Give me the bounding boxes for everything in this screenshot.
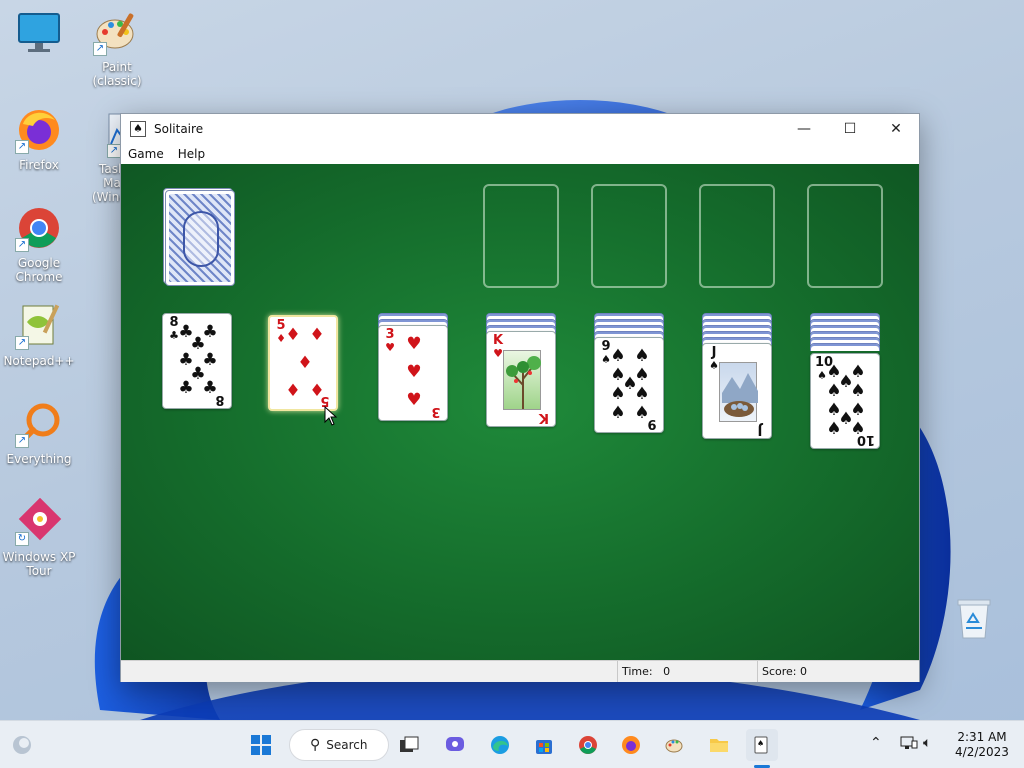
card-k-hearts[interactable]: K ♥ K [486,331,556,427]
store-icon[interactable] [528,729,560,761]
start-icon[interactable] [245,729,277,761]
solitaire-app-icon: ♠ [130,121,146,137]
desktop-icon-xp-tour[interactable]: ↻ Windows XP Tour [0,497,78,578]
notepadpp-icon: ↗ [15,302,63,350]
card-8-clubs[interactable]: 8 ♣ ♣ ♣ ♣ ♣ ♣ ♣ ♣ ♣ 8 [162,313,232,409]
search-icon: ⚲ [310,737,321,753]
recycle-bin-icon[interactable] [954,594,994,640]
task-view-icon[interactable] [393,729,425,761]
menu-game[interactable]: Game [121,147,171,161]
shortcut-arrow-icon: ↗ [15,434,29,448]
time-display: Time: 0 [617,661,757,682]
desktop-icon-notepadpp[interactable]: ↗ Notepad++ [0,302,78,368]
foundation-slot-4[interactable] [807,184,883,288]
solitaire-taskbar-icon[interactable]: ♠ [746,729,778,761]
chrome-taskbar-icon[interactable] [572,729,604,761]
volume-icon[interactable]: 🔈︎ [923,735,931,751]
shortcut-arrow-icon: ↗ [15,140,29,154]
card-9-spades[interactable]: 9 ♠ ♠ ♠ ♠ ♠ ♠ ♠ ♠ ♠ ♠ 9 [594,337,664,433]
foundation-slot-2[interactable] [591,184,667,288]
edge-icon[interactable] [484,729,516,761]
desktop-icon-chrome[interactable]: ↗ Google Chrome [0,204,78,284]
network-icon[interactable] [900,735,918,755]
chrome-icon: ↗ [15,204,63,252]
desktop-icon-paint[interactable]: ↗ Paint (classic) [78,8,156,88]
title-bar[interactable]: ♠ Solitaire — ☐ ✕ [121,114,919,144]
status-bar: Time: 0 Score: 0 [121,660,919,682]
firefox-taskbar-icon[interactable] [615,729,647,761]
foundation-slot-1[interactable] [483,184,559,288]
explorer-icon[interactable] [703,729,735,761]
taskbar: ⚲ Search ♠ ⌃ 🔈︎ 2:31 AM 4/2/2023 [0,720,1024,768]
firefox-icon: ↗ [15,106,63,154]
score-display: Score: 0 [757,661,919,682]
desktop-icon-firefox[interactable]: ↗ Firefox [0,106,78,172]
menu-help[interactable]: Help [171,147,212,161]
everything-icon: ↗ [15,400,63,448]
desktop-icon-everything[interactable]: ↗ Everything [0,400,78,466]
maximize-button[interactable]: ☐ [827,114,873,144]
solitaire-window: ♠ Solitaire — ☐ ✕ Game Help 8 ♣ ♣ ♣ ♣ ♣ ♣ [120,113,920,682]
card-5-diamonds[interactable]: 5 ♦ ♦ ♦ ♦ ♦ ♦ 5 [268,315,338,411]
window-title: Solitaire [154,122,204,136]
taskbar-search[interactable]: ⚲ Search [289,729,389,761]
chat-icon[interactable] [439,729,471,761]
desktop-icon-this-pc[interactable] [0,10,78,62]
widgets-icon[interactable] [6,729,38,761]
xp-tour-icon: ↻ [15,497,63,546]
close-button[interactable]: ✕ [873,114,919,144]
card-3-hearts[interactable]: 3 ♥ ♥ ♥ ♥ 3 [378,325,448,421]
shortcut-arrow-icon: ↗ [15,238,29,252]
taskbar-clock[interactable]: 2:31 AM 4/2/2023 [944,730,1020,760]
shortcut-arrow-icon: ↗ [93,42,107,56]
chevron-up-icon[interactable]: ⌃ [870,735,882,751]
menu-bar: Game Help [121,144,919,164]
foundation-slot-3[interactable] [699,184,775,288]
shortcut-arrow-icon: ↗ [15,336,29,350]
card-j-spades[interactable]: J ♠ J [702,343,772,439]
jack-artwork [719,362,758,422]
game-board[interactable]: 8 ♣ ♣ ♣ ♣ ♣ ♣ ♣ ♣ ♣ 8 5 ♦ ♦ ♦ ♦ ♦ ♦ 5 3 … [121,164,919,660]
card-10-spades[interactable]: 10 ♠ ♠ ♠ ♠ ♠ ♠ ♠ ♠ ♠ ♠ ♠ 10 [810,353,880,449]
minimize-button[interactable]: — [781,114,827,144]
king-artwork [503,350,541,410]
paint-icon: ↗ [93,8,141,56]
monitor-icon [15,10,63,58]
shortcut-arrow-icon: ↻ [15,532,29,546]
paint-taskbar-icon[interactable] [659,729,691,761]
svg-text:♠: ♠ [757,739,764,748]
mouse-cursor-icon [324,406,338,426]
shortcut-arrow-icon: ↗ [107,144,121,158]
